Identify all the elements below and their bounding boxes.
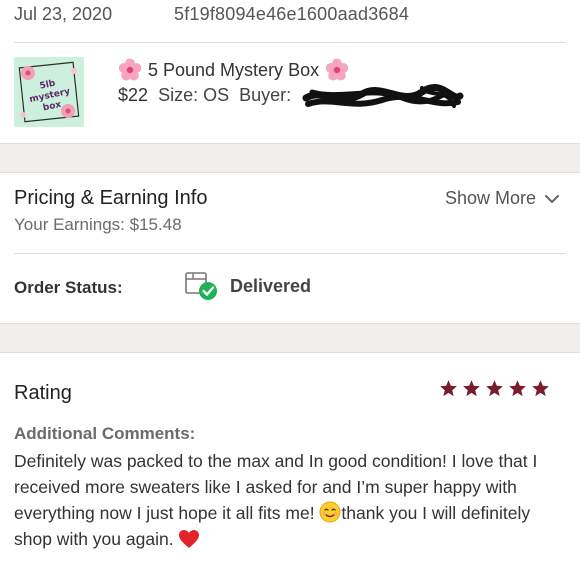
- item-price: $22: [118, 85, 149, 105]
- pricing-title: Pricing & Earning Info: [14, 187, 208, 209]
- flower-icon: [118, 58, 142, 81]
- rating-stars: [439, 379, 550, 398]
- item-title: 5 Pound Mystery Box: [148, 59, 320, 80]
- order-status-value: Delivered: [230, 276, 312, 296]
- red-heart-emoji-icon: [179, 530, 200, 548]
- additional-comments-heading: Additional Comments:: [14, 424, 196, 443]
- package-delivered-icon: [185, 272, 217, 300]
- item-title-row[interactable]: 5 Pound Mystery Box: [118, 58, 349, 82]
- star-icon: [463, 380, 480, 397]
- star-icon: [440, 380, 457, 397]
- show-more-button[interactable]: Show More: [445, 188, 560, 209]
- order-id: 5f19f8094e46e1600aad3684: [174, 4, 410, 24]
- star-icon: [532, 380, 549, 397]
- star-icon: [486, 380, 503, 397]
- header-divider: [14, 42, 566, 43]
- additional-comments-text: Definitely was packed to the max and In …: [14, 448, 570, 552]
- item-size: Size: OS: [158, 85, 230, 105]
- star-icon: [509, 380, 526, 397]
- order-status-label: Order Status:: [14, 278, 123, 297]
- flower-icon: [325, 58, 349, 81]
- chevron-down-icon: [545, 194, 559, 203]
- item-thumbnail[interactable]: 5lb mystery box: [14, 57, 84, 127]
- mystery-box-image: 5lb mystery box: [14, 57, 84, 127]
- section-separator: [0, 323, 580, 353]
- item-details: $22 Size: OS Buyer:: [118, 85, 291, 106]
- pricing-divider: [14, 253, 566, 254]
- show-more-label: Show More: [444, 188, 536, 208]
- redacted-buyer-scribble: [302, 84, 464, 108]
- buyer-label: Buyer:: [239, 85, 292, 105]
- smiling-face-emoji-icon: [319, 501, 341, 523]
- rating-title: Rating: [14, 382, 72, 404]
- order-date: Jul 23, 2020: [14, 4, 113, 24]
- section-separator: [0, 143, 580, 173]
- your-earnings: Your Earnings: $15.48: [14, 215, 182, 234]
